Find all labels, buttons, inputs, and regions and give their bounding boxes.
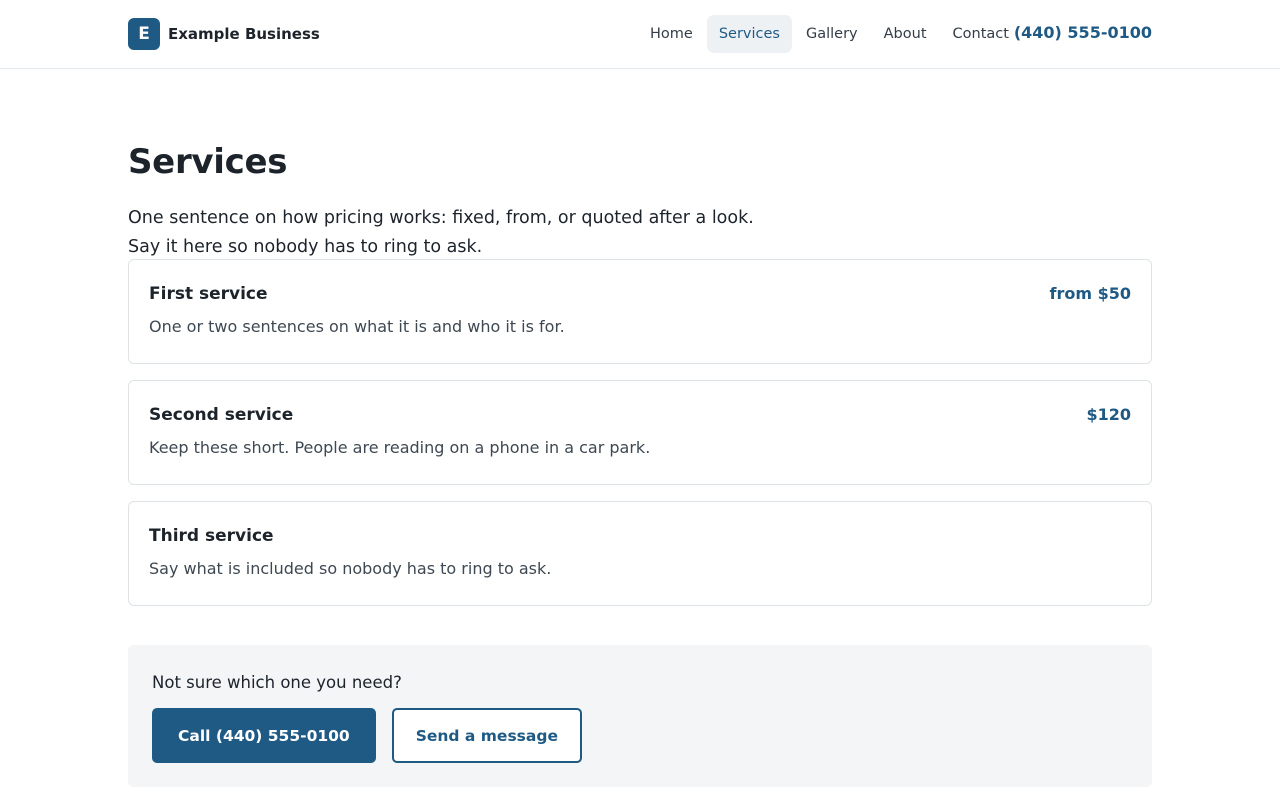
page-title: Services: [128, 142, 288, 182]
site-header: E Example Business Home Services Gallery…: [0, 0, 1280, 69]
cta-question: Not sure which one you need?: [152, 673, 402, 692]
contact-cta-panel: Not sure which one you need? Call (440) …: [128, 645, 1152, 787]
service-card: Second service $120 Keep these short. Pe…: [128, 380, 1152, 485]
nav-item-gallery[interactable]: Gallery: [794, 15, 870, 53]
service-title: Third service: [149, 526, 274, 546]
service-price: from $50: [1049, 284, 1131, 303]
service-description: Keep these short. People are reading on …: [149, 438, 651, 457]
service-description: One or two sentences on what it is and w…: [149, 317, 565, 336]
page-intro: Services One sentence on how pricing wor…: [128, 140, 1152, 262]
service-price: $120: [1086, 405, 1131, 424]
brand-name: Example Business: [168, 25, 320, 43]
brand-logo-link[interactable]: E Example Business: [128, 18, 320, 50]
nav-item-contact[interactable]: Contact: [941, 15, 1021, 53]
service-card: Third service Say what is included so no…: [128, 501, 1152, 606]
services-list: First service from $50 One or two senten…: [128, 259, 1152, 622]
call-button[interactable]: Call (440) 555-0100: [152, 708, 376, 763]
nav-item-home[interactable]: Home: [638, 15, 705, 53]
cta-actions: Call (440) 555-0100 Send a message: [152, 708, 1128, 763]
send-message-button[interactable]: Send a message: [391, 708, 582, 763]
pricing-intro: One sentence on how pricing works: fixed…: [128, 208, 754, 257]
nav-item-services[interactable]: Services: [706, 15, 792, 53]
main-nav: Home Services Gallery About Contact: [638, 15, 1023, 53]
service-card: First service from $50 One or two senten…: [128, 259, 1152, 364]
brand-mark-icon: E: [128, 18, 160, 50]
service-title: Second service: [149, 405, 294, 425]
service-description: Say what is included so nobody has to ri…: [149, 559, 552, 578]
header-phone-link[interactable]: (440) 555-0100: [1014, 23, 1152, 42]
nav-item-about[interactable]: About: [872, 15, 939, 53]
service-title: First service: [149, 284, 268, 304]
